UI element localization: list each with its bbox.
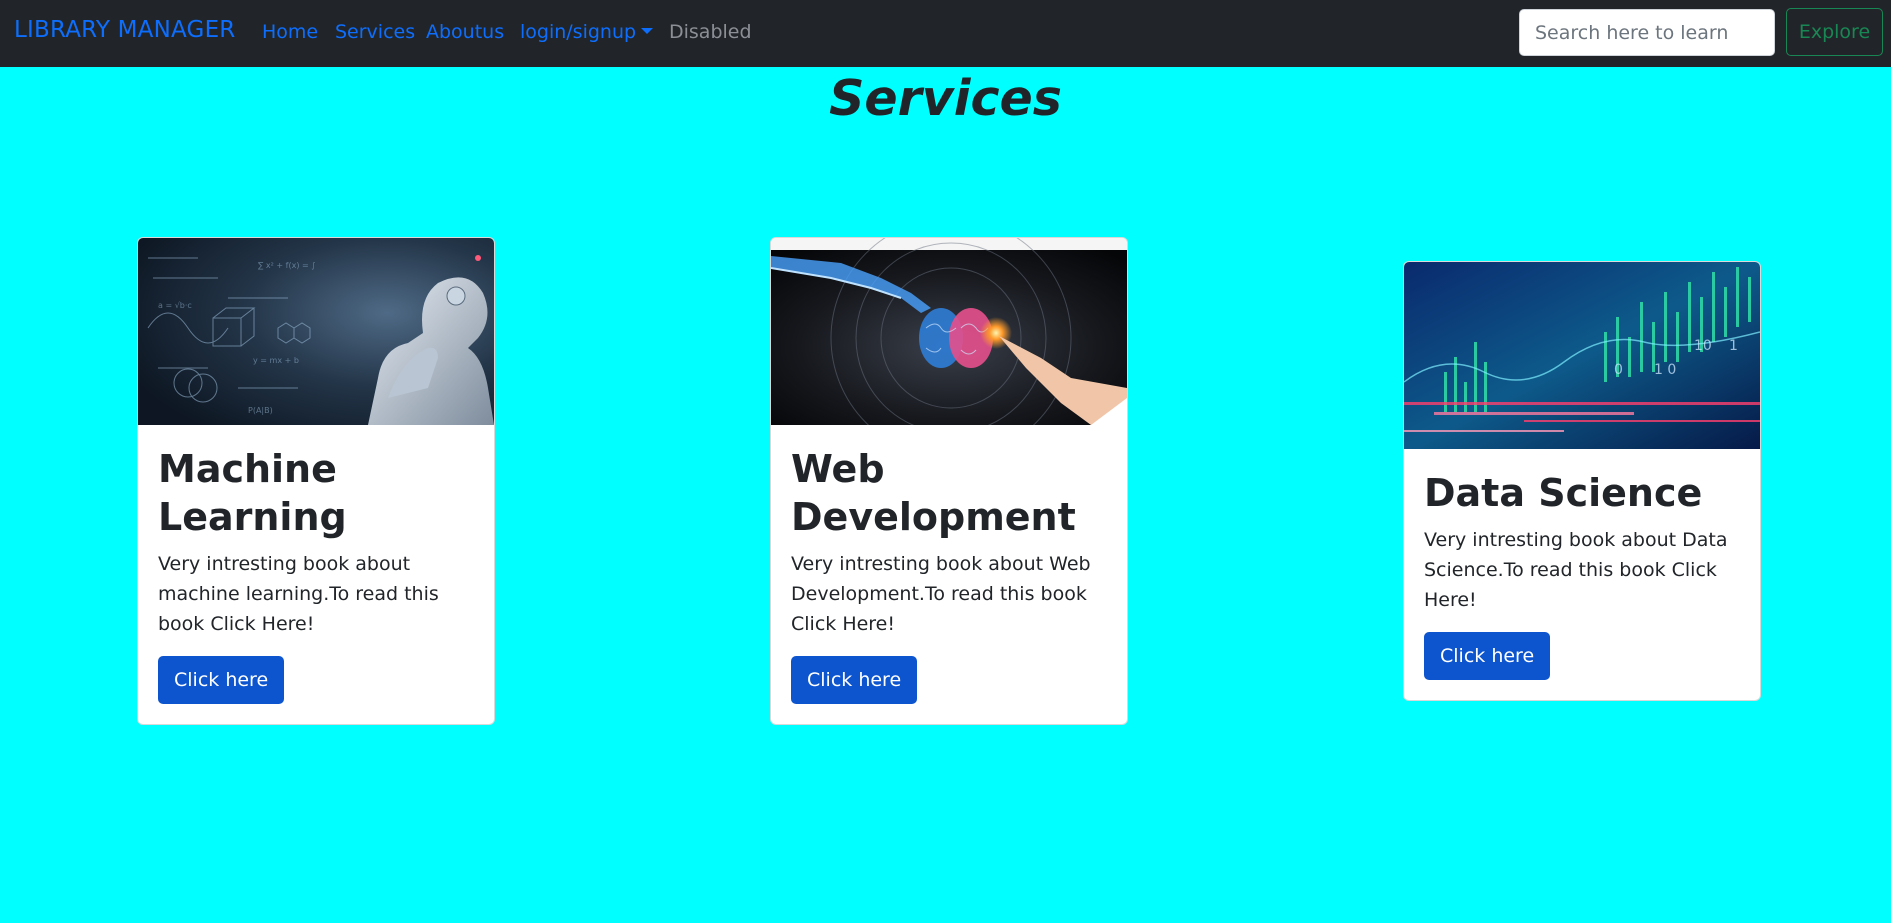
nav-link-disabled: Disabled [669, 21, 752, 43]
card-text: Very intresting book about Web Developme… [791, 553, 1091, 635]
brain-touch-image [771, 238, 1127, 425]
svg-text:0: 0 [1614, 362, 1623, 378]
card-text: Very intresting book about Data Science.… [1424, 529, 1728, 611]
brand-link[interactable]: LIBRARY MANAGER [14, 17, 235, 43]
card-title: Data Science [1424, 471, 1703, 515]
robot-thinking-image: ∑ x² + f(x) = ∫ a = √b·c y = mx + b P(A|… [138, 238, 494, 425]
caret-down-icon [641, 28, 654, 34]
svg-text:10: 10 [1694, 338, 1712, 354]
svg-text:y = mx + b: y = mx + b [253, 356, 299, 365]
card-web-development: Web Development Very intresting book abo… [770, 237, 1128, 725]
search-input[interactable] [1519, 9, 1775, 56]
nav-link-services[interactable]: Services [335, 21, 415, 43]
click-here-button[interactable]: Click here [1424, 632, 1551, 680]
card-body: Web Development Very intresting book abo… [771, 425, 1127, 724]
card-body: Data Science Very intresting book about … [1404, 449, 1760, 700]
card-data-science: 10 1 0 1 0 Data Science Very intresting bo… [1403, 261, 1761, 701]
svg-text:P(A|B): P(A|B) [248, 406, 273, 415]
nav-link-aboutus[interactable]: Aboutus [426, 21, 504, 43]
card-title: Web Development [791, 447, 1076, 539]
card-body: Machine Learning Very intresting book ab… [138, 425, 494, 724]
card-text: Very intresting book about machine learn… [158, 553, 439, 635]
nav-link-home[interactable]: Home [262, 21, 318, 43]
card-title: Machine Learning [158, 447, 347, 539]
click-here-button[interactable]: Click here [158, 656, 285, 704]
svg-text:1: 1 [1729, 338, 1738, 354]
nav-dropdown-label: login/signup [520, 21, 637, 43]
data-visualization-image: 10 1 0 1 0 [1404, 262, 1760, 449]
explore-button[interactable]: Explore [1786, 8, 1883, 56]
page-title: Services [829, 70, 1062, 127]
navbar: LIBRARY MANAGER Home Services Aboutus lo… [0, 0, 1891, 67]
svg-text:∑ x² + f(x) = ∫: ∑ x² + f(x) = ∫ [258, 261, 315, 270]
nav-dropdown-login-signup[interactable]: login/signup [520, 21, 654, 43]
svg-text:1 0: 1 0 [1654, 362, 1676, 378]
svg-text:a = √b·c: a = √b·c [158, 301, 192, 310]
card-machine-learning: ∑ x² + f(x) = ∫ a = √b·c y = mx + b P(A|… [137, 237, 495, 725]
click-here-button[interactable]: Click here [791, 656, 918, 704]
